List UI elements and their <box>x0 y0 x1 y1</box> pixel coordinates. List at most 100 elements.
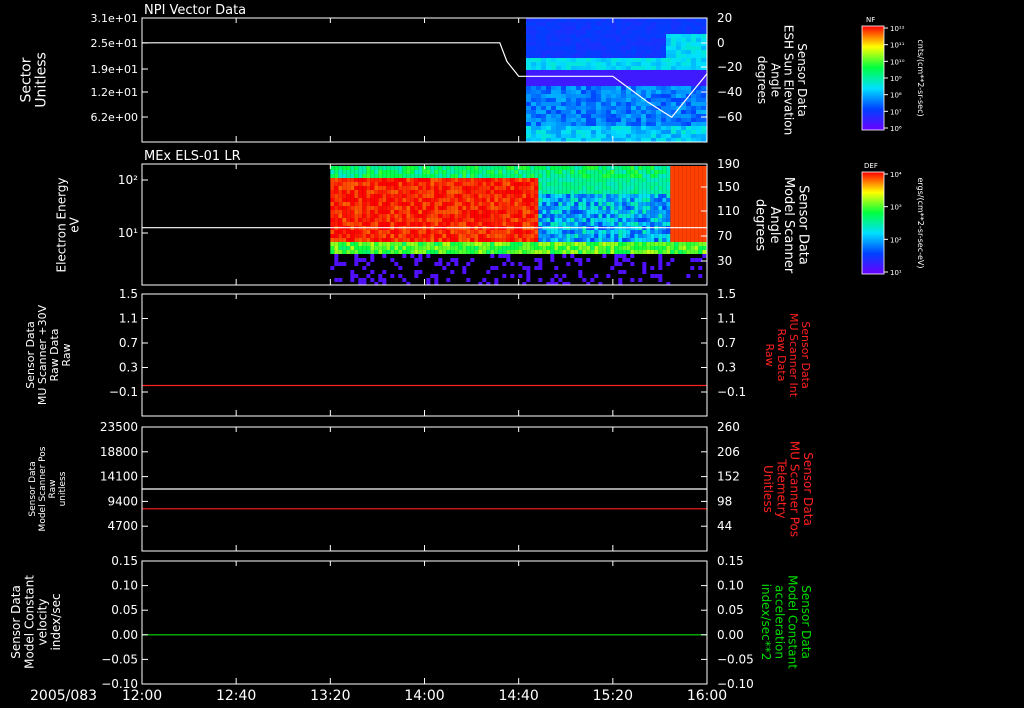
els-cell <box>458 182 463 186</box>
els-cell <box>638 174 643 178</box>
els-cell <box>650 194 655 198</box>
els-cell <box>602 190 607 194</box>
els-cell <box>682 182 687 186</box>
els-cell <box>418 178 423 182</box>
els-cell <box>394 222 399 226</box>
y-tick-label: 3.1e+01 <box>91 12 138 25</box>
els-cell <box>490 190 495 194</box>
els-cell <box>678 246 683 250</box>
els-cell <box>354 246 359 250</box>
els-cell <box>466 178 471 182</box>
els-cell <box>394 214 399 218</box>
npi-cell <box>641 74 646 78</box>
npi-cell <box>701 50 706 54</box>
els-cell <box>650 186 655 190</box>
els-cell <box>462 190 467 194</box>
els-cell <box>646 194 651 198</box>
npi-cell <box>691 46 696 50</box>
npi-cell <box>616 86 621 90</box>
els-cell <box>346 210 351 214</box>
els-cell <box>458 250 463 254</box>
els-cell <box>634 190 639 194</box>
els-cell <box>470 214 475 218</box>
els-cell <box>570 178 575 182</box>
npi-cell <box>586 30 591 34</box>
npi-cell <box>561 110 566 114</box>
els-cell <box>414 194 419 198</box>
npi-cell <box>676 102 681 106</box>
els-cell <box>450 206 455 210</box>
npi-cell <box>586 34 591 38</box>
els-cell <box>418 246 423 250</box>
npi-cell <box>531 22 536 26</box>
els-cell <box>602 250 607 254</box>
npi-cell <box>641 62 646 66</box>
els-cell <box>602 178 607 182</box>
els-cell <box>342 242 347 246</box>
els-cell <box>606 214 611 218</box>
els-cell <box>466 214 471 218</box>
els-cell <box>334 254 339 258</box>
y2-tick-label: 0.10 <box>717 579 744 593</box>
els-cell <box>526 210 531 214</box>
npi-cell <box>541 110 546 114</box>
els-cell <box>682 170 687 174</box>
npi-cell <box>546 138 551 142</box>
npi-cell <box>686 114 691 118</box>
npi-cell <box>541 58 546 62</box>
npi-cell <box>651 78 656 82</box>
els-cell <box>690 258 695 262</box>
els-cell <box>698 190 703 194</box>
els-cell <box>362 206 367 210</box>
npi-cell <box>701 70 706 74</box>
els-cell <box>526 218 531 222</box>
els-cell <box>438 210 443 214</box>
els-cell <box>330 202 335 206</box>
els-cell <box>514 182 519 186</box>
els-cell <box>546 174 551 178</box>
els-cell <box>386 238 391 242</box>
npi-cell <box>541 66 546 70</box>
els-cell <box>498 198 503 202</box>
els-y-axis-label: Electron EnergyeV <box>54 177 81 272</box>
panel-npi: NPI Vector Data 3.1e+012.5e+011.9e+011.2… <box>18 3 809 143</box>
colorbar-def-label: DEF <box>864 162 878 170</box>
npi-cell <box>611 130 616 134</box>
npi-cell <box>681 138 686 142</box>
els-cell <box>630 190 635 194</box>
els-cell <box>370 230 375 234</box>
els-cell <box>342 246 347 250</box>
els-cell <box>546 198 551 202</box>
els-cell <box>470 178 475 182</box>
els-cell <box>474 166 479 170</box>
npi-cell <box>581 118 586 122</box>
els-cell <box>406 202 411 206</box>
els-cell <box>594 166 599 170</box>
els-cell <box>502 218 507 222</box>
npi-cell <box>691 102 696 106</box>
els-cell <box>338 278 343 282</box>
els-cell <box>666 198 671 202</box>
els-cell <box>334 246 339 250</box>
npi-cell <box>536 34 541 38</box>
els-cell <box>490 238 495 242</box>
els-cell <box>346 250 351 254</box>
els-cell <box>338 170 343 174</box>
els-cell <box>646 230 651 234</box>
els-cell <box>438 258 443 262</box>
els-cell <box>466 194 471 198</box>
els-cell <box>578 242 583 246</box>
els-cell <box>682 174 687 178</box>
els-cell <box>394 250 399 254</box>
els-cell <box>462 194 467 198</box>
els-cell <box>602 198 607 202</box>
els-cell <box>542 230 547 234</box>
npi-cell <box>596 114 601 118</box>
els-cell <box>550 170 555 174</box>
y-tick-label: −0.1 <box>109 385 138 399</box>
npi-cell <box>556 94 561 98</box>
npi-cell <box>591 38 596 42</box>
els-cell <box>634 166 639 170</box>
npi-cell <box>681 42 686 46</box>
els-cell <box>550 198 555 202</box>
